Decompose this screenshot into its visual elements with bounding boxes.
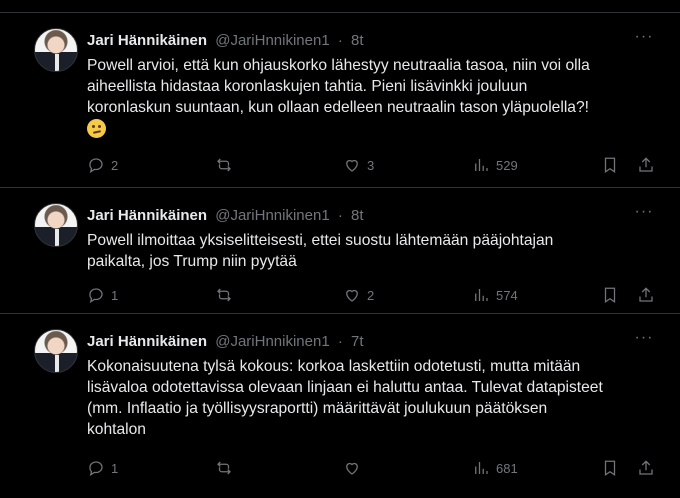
like-button[interactable]: 3 bbox=[343, 154, 374, 176]
avatar-tie-detail bbox=[55, 355, 59, 372]
retweet-button[interactable] bbox=[215, 457, 239, 479]
tweet-text: Powell ilmoittaa yksiselitteisesti, ette… bbox=[87, 230, 657, 272]
tweet-time[interactable]: 7t bbox=[351, 333, 364, 350]
reply-count: 1 bbox=[111, 460, 119, 476]
bookmark-icon bbox=[604, 157, 616, 173]
retweet-icon bbox=[217, 288, 231, 302]
tweet-header: Jari Hännikäinen @JariHnnikinen1 · 8t bbox=[87, 206, 364, 226]
reply-count: 1 bbox=[111, 287, 119, 303]
author-name[interactable]: Jari Hännikäinen bbox=[87, 333, 207, 350]
tweet-time[interactable]: 8t bbox=[351, 32, 364, 49]
more-options-icon[interactable]: ··· bbox=[634, 328, 654, 348]
share-icon bbox=[639, 157, 653, 172]
tweet[interactable]: Jari Hännikäinen @JariHnnikinen1 · 8t ··… bbox=[0, 12, 680, 187]
like-count: 3 bbox=[367, 157, 375, 173]
reply-button[interactable]: 1 bbox=[87, 457, 118, 479]
separator-dot: · bbox=[337, 32, 343, 49]
tweet[interactable]: Jari Hännikäinen @JariHnnikinen1 · 7t ··… bbox=[0, 313, 680, 498]
view-count: 574 bbox=[496, 287, 518, 303]
bookmark-button[interactable] bbox=[601, 154, 619, 176]
bookmark-button[interactable] bbox=[601, 284, 619, 306]
share-button[interactable] bbox=[637, 154, 655, 176]
heart-icon bbox=[346, 159, 358, 172]
reply-icon bbox=[89, 158, 103, 174]
tweet-text: Powell arvioi, että kun ohjauskorko lähe… bbox=[87, 55, 657, 141]
retweet-button[interactable] bbox=[215, 154, 239, 176]
separator-dot: · bbox=[337, 207, 343, 224]
views-chart-icon bbox=[475, 462, 488, 474]
avatar[interactable] bbox=[34, 203, 78, 247]
tweet-text-line: paikalta, jos Trump niin pyytää bbox=[87, 253, 297, 270]
heart-icon bbox=[346, 289, 358, 302]
share-icon[interactable]: ⌃ bbox=[608, 0, 618, 8]
views-chart-icon bbox=[475, 159, 488, 171]
avatar[interactable] bbox=[34, 28, 78, 72]
tweet-text: Kokonaisuutena tylsä kokous: korkoa lask… bbox=[87, 356, 657, 440]
retweet-icon bbox=[217, 158, 231, 172]
author-handle[interactable]: @JariHnnikinen1 bbox=[215, 333, 329, 350]
retweet-icon bbox=[217, 461, 231, 475]
like-button[interactable] bbox=[343, 457, 367, 479]
tweet-time[interactable]: 8t bbox=[351, 207, 364, 224]
reply-icon bbox=[89, 288, 103, 304]
thinking-face-emoji-icon bbox=[87, 119, 106, 138]
tweet-text-line: (mm. Inflaatio ja työllisyysraportti) mä… bbox=[87, 400, 548, 417]
author-handle[interactable]: @JariHnnikinen1 bbox=[215, 32, 329, 49]
separator-dot: · bbox=[337, 333, 343, 350]
avatar[interactable] bbox=[34, 329, 78, 373]
share-button[interactable] bbox=[637, 457, 655, 479]
tweet-text-line: kohtalon bbox=[87, 421, 146, 438]
reply-button[interactable]: 2 bbox=[87, 154, 118, 176]
tweet-actions: 1 2 574 bbox=[87, 284, 657, 306]
author-name[interactable]: Jari Hännikäinen bbox=[87, 207, 207, 224]
more-options-icon[interactable]: ··· bbox=[634, 202, 654, 222]
tweet-text-line: aiheellista hidastaa koronlaskujen tahti… bbox=[87, 78, 528, 95]
bookmark-icon bbox=[604, 460, 616, 476]
tweet-text-line: Powell ilmoittaa yksiselitteisesti, ette… bbox=[87, 232, 554, 249]
tweet-text-line: Kokonaisuutena tylsä kokous: korkoa lask… bbox=[87, 358, 581, 375]
heart-icon bbox=[346, 462, 358, 475]
previous-tweet-actions-stub: ⌃ bbox=[0, 0, 680, 12]
author-handle[interactable]: @JariHnnikinen1 bbox=[215, 207, 329, 224]
tweet-text-line: koronlaskun suuntaan, kun ollaan edellee… bbox=[87, 99, 589, 116]
more-options-icon[interactable]: ··· bbox=[634, 27, 654, 47]
tweet-actions: 1 681 bbox=[87, 457, 657, 479]
views-chart-icon bbox=[475, 289, 488, 301]
share-button[interactable] bbox=[637, 284, 655, 306]
avatar-tie-detail bbox=[55, 229, 59, 246]
like-count: 2 bbox=[367, 287, 375, 303]
like-button[interactable]: 2 bbox=[343, 284, 374, 306]
tweet-header: Jari Hännikäinen @JariHnnikinen1 · 8t bbox=[87, 31, 364, 51]
reply-count: 2 bbox=[111, 157, 119, 173]
view-count: 529 bbox=[496, 157, 518, 173]
tweet-text-line: Powell arvioi, että kun ohjauskorko lähe… bbox=[87, 57, 590, 74]
views-button[interactable]: 574 bbox=[472, 284, 518, 306]
avatar-tie-detail bbox=[55, 54, 59, 71]
view-count: 681 bbox=[496, 460, 518, 476]
tweet-text-line: lisävaloa odotettavissa olevaan linjaan … bbox=[87, 379, 603, 396]
bookmark-button[interactable] bbox=[601, 457, 619, 479]
reply-icon bbox=[89, 461, 103, 477]
author-name[interactable]: Jari Hännikäinen bbox=[87, 32, 207, 49]
retweet-button[interactable] bbox=[215, 284, 239, 306]
share-icon bbox=[639, 287, 653, 302]
bookmark-icon bbox=[604, 287, 616, 303]
tweet-header: Jari Hännikäinen @JariHnnikinen1 · 7t bbox=[87, 332, 364, 352]
share-icon bbox=[639, 460, 653, 475]
tweet-actions: 2 3 529 bbox=[87, 154, 657, 176]
views-button[interactable]: 529 bbox=[472, 154, 518, 176]
reply-button[interactable]: 1 bbox=[87, 284, 118, 306]
views-button[interactable]: 681 bbox=[472, 457, 518, 479]
tweet[interactable]: Jari Hännikäinen @JariHnnikinen1 · 8t ··… bbox=[0, 187, 680, 313]
